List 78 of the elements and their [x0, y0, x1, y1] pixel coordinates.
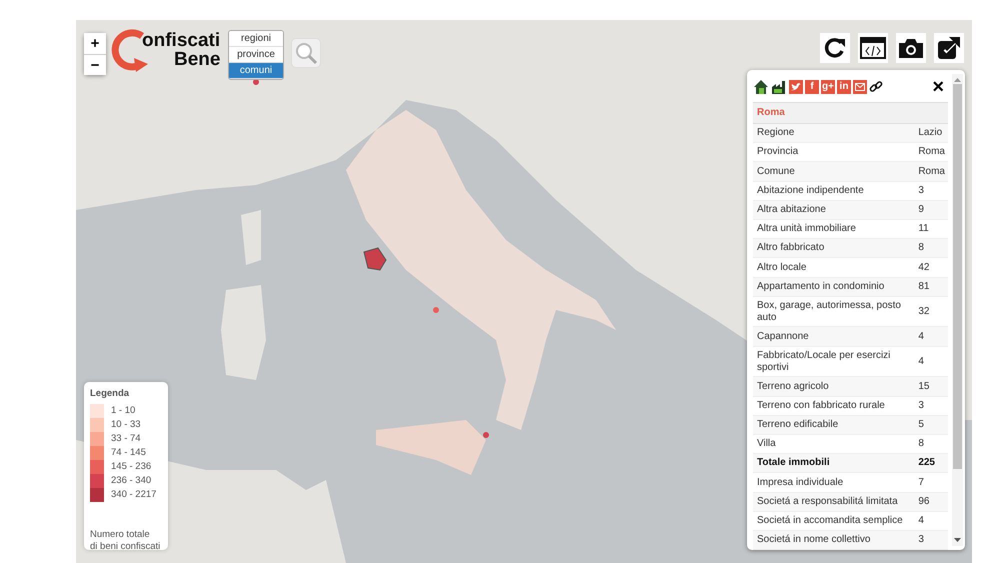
- embed-button[interactable]: [858, 33, 888, 63]
- island-area: [241, 210, 261, 265]
- scroll-down-icon[interactable]: [954, 538, 961, 542]
- row-label: Appartamento in condominio: [753, 277, 914, 296]
- row-label: Societá in nome collettivo: [753, 530, 914, 550]
- link-icon[interactable]: [869, 80, 883, 94]
- reload-icon: [824, 37, 846, 59]
- row-value: 5: [914, 415, 948, 434]
- row-value: Roma: [914, 162, 948, 182]
- scrollbar-thumb[interactable]: [953, 84, 962, 469]
- row-label: Societá a responsabilitá limitata: [753, 492, 914, 512]
- legend-label: 10 - 33: [111, 419, 141, 431]
- share-button[interactable]: in: [837, 80, 851, 94]
- row-value: 8: [914, 238, 948, 258]
- map-area-dot[interactable]: [433, 307, 439, 313]
- external-link-icon: [937, 36, 961, 60]
- row-label: Terreno agricolo: [753, 376, 914, 396]
- row-value: 3: [914, 530, 948, 550]
- logo-text: onfiscati: [142, 31, 220, 50]
- place-title: Roma: [753, 102, 948, 124]
- open-external-button[interactable]: [934, 33, 964, 63]
- row-value: 81: [914, 277, 948, 296]
- search-icon: [295, 42, 317, 64]
- row-label: Terreno con fabbricato rurale: [753, 396, 914, 416]
- envelope-icon: [855, 83, 865, 91]
- share-button[interactable]: f: [805, 80, 819, 94]
- row-value: 15: [914, 376, 948, 396]
- row-value: 7: [914, 472, 948, 492]
- row-value: 225: [914, 454, 948, 473]
- row-value: Lazio: [914, 124, 948, 143]
- row-value: 96: [914, 492, 948, 512]
- legend-label: 340 - 2217: [111, 489, 156, 501]
- layer-option[interactable]: province: [229, 47, 283, 63]
- row-label: Impresa individuale: [753, 472, 914, 492]
- legend-note: di beni confiscati: [90, 541, 162, 553]
- bird-icon: [791, 82, 801, 92]
- legend-label: 1 - 10: [111, 405, 136, 417]
- row-label: Altro locale: [753, 258, 914, 277]
- row-value: 3: [914, 396, 948, 416]
- house-icon[interactable]: [753, 79, 769, 95]
- legend-note: Numero totale: [90, 529, 151, 541]
- row-label: Terreno edificabile: [753, 415, 914, 434]
- layer-option[interactable]: comuni: [229, 63, 283, 79]
- legend-title: Legenda: [90, 388, 130, 400]
- legend-label: 74 - 145: [111, 447, 146, 459]
- row-label: Capannone: [753, 326, 914, 346]
- row-label: Regione: [753, 124, 914, 143]
- code-window-icon: [860, 37, 886, 59]
- search-button[interactable]: [291, 38, 321, 68]
- factory-icon[interactable]: [771, 79, 787, 95]
- share-button[interactable]: g+: [821, 80, 835, 94]
- row-value: 42: [914, 258, 948, 277]
- row-value: 4: [914, 326, 948, 346]
- reload-button[interactable]: [820, 33, 850, 63]
- row-label: Totale immobili: [753, 454, 914, 473]
- logo-text: Bene: [174, 50, 220, 69]
- legend-label: 236 - 340: [111, 475, 152, 487]
- row-label: Altra abitazione: [753, 200, 914, 220]
- highlighted-area[interactable]: [363, 247, 387, 271]
- layer-option[interactable]: regioni: [229, 31, 283, 47]
- row-label: Abitazione indipendente: [753, 181, 914, 200]
- zoom-out-button[interactable]: −: [84, 54, 106, 75]
- row-label: Comune: [753, 162, 914, 182]
- screenshot-button[interactable]: [896, 33, 926, 63]
- row-value: 4: [914, 511, 948, 530]
- scroll-up-icon[interactable]: [954, 78, 961, 82]
- email-share-button[interactable]: [853, 80, 867, 94]
- camera-icon: [898, 37, 924, 59]
- row-value: 9: [914, 200, 948, 220]
- zoom-in-button[interactable]: +: [84, 33, 106, 54]
- bird-share-button[interactable]: [789, 80, 803, 94]
- close-button[interactable]: ×: [932, 78, 944, 96]
- row-label: Societá in accomandita semplice: [753, 511, 914, 530]
- legend-label: 33 - 74: [111, 433, 141, 445]
- row-label: Altro fabbricato: [753, 238, 914, 258]
- legend-label: 145 - 236: [111, 461, 152, 473]
- map-area-dot[interactable]: [483, 432, 489, 438]
- row-value: 3: [914, 181, 948, 200]
